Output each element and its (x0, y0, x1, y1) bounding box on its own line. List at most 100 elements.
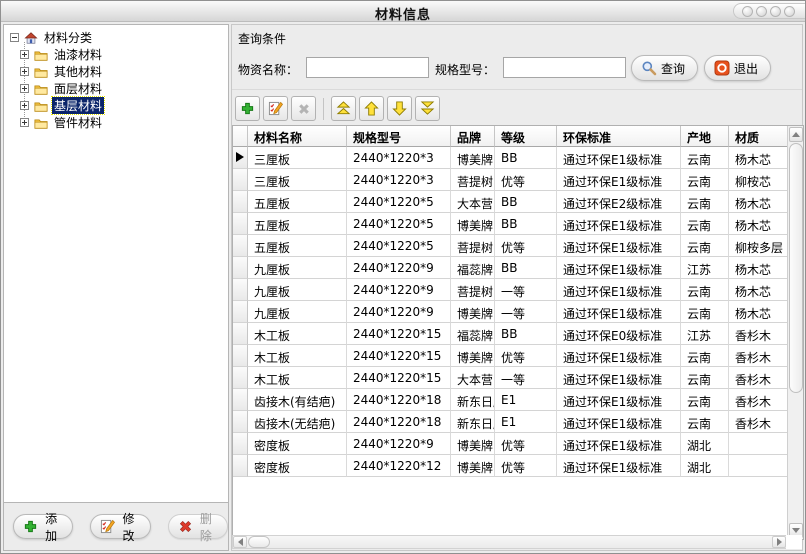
tree-item[interactable]: 基层材料 (20, 97, 228, 114)
delete-icon (178, 519, 193, 534)
window-button-3[interactable] (770, 6, 781, 17)
cell-origin: 云南 (681, 301, 729, 323)
column-header-material-quality[interactable]: 材质 (729, 126, 789, 147)
cell-spec-model: 2440*1220*15 (347, 345, 451, 367)
table-row[interactable]: 九厘板 2440*1220*9 博美牌 一等 通过环保E1级标准 云南 杨木芯 (233, 301, 803, 323)
cell-brand: 博美牌 (451, 433, 495, 455)
move-down-button[interactable] (387, 96, 412, 121)
cell-grade: BB (495, 147, 557, 169)
window-button-4[interactable] (784, 6, 795, 17)
cell-brand: 博美牌 (451, 455, 495, 477)
horizontal-scroll-thumb[interactable] (248, 536, 270, 548)
row-selector[interactable] (233, 235, 248, 257)
tree-item[interactable]: 管件材料 (20, 114, 228, 131)
expand-icon[interactable] (20, 67, 29, 76)
cell-spec-model: 2440*1220*9 (347, 257, 451, 279)
add-button[interactable]: 添加 (13, 514, 73, 539)
table-row[interactable]: 五厘板 2440*1220*5 博美牌 BB 通过环保E1级标准 云南 杨木芯 (233, 213, 803, 235)
row-selector[interactable] (233, 147, 248, 169)
toolbar-delete-button[interactable] (291, 96, 316, 121)
horizontal-scrollbar[interactable] (232, 535, 787, 549)
expand-icon[interactable] (20, 84, 29, 93)
cell-env-standard: 通过环保E1级标准 (557, 345, 681, 367)
tree-item[interactable]: 面层材料 (20, 80, 228, 97)
move-up-button[interactable] (359, 96, 384, 121)
row-selector[interactable] (233, 367, 248, 389)
table-row[interactable]: 齿接木(无结疤) 2440*1220*18 新东日牌 E1 通过环保E1级标准 … (233, 411, 803, 433)
table-row[interactable]: 三厘板 2440*1220*3 博美牌 BB 通过环保E1级标准 云南 杨木芯 (233, 147, 803, 169)
row-selector[interactable] (233, 455, 248, 477)
row-selector[interactable] (233, 279, 248, 301)
cell-spec-model: 2440*1220*3 (347, 147, 451, 169)
scroll-left-button[interactable] (233, 536, 247, 548)
cell-env-standard: 通过环保E1级标准 (557, 213, 681, 235)
cell-grade: BB (495, 191, 557, 213)
vertical-scroll-thumb[interactable] (789, 143, 803, 393)
tree-item-label[interactable]: 其他材料 (52, 63, 104, 80)
tree-root-label[interactable]: 材料分类 (42, 29, 94, 46)
column-header-spec-model[interactable]: 规格型号 (347, 126, 451, 147)
row-selector[interactable] (233, 191, 248, 213)
table-row[interactable]: 密度板 2440*1220*9 博美牌 优等 通过环保E1级标准 湖北 (233, 433, 803, 455)
cell-grade: 优等 (495, 455, 557, 477)
row-selector[interactable] (233, 323, 248, 345)
table-row[interactable]: 密度板 2440*1220*12 博美牌 优等 通过环保E1级标准 湖北 (233, 455, 803, 477)
scroll-right-button[interactable] (772, 536, 786, 548)
column-header-env-standard[interactable]: 环保标准 (557, 126, 681, 147)
table-row[interactable]: 三厘板 2440*1220*3 菩提树 优等 通过环保E1级标准 云南 柳桉芯 (233, 169, 803, 191)
spec-model-input[interactable] (503, 57, 626, 78)
table-row[interactable]: 九厘板 2440*1220*9 福蕊牌 BB 通过环保E1级标准 江苏 杨木芯 (233, 257, 803, 279)
expand-icon[interactable] (20, 50, 29, 59)
table-row[interactable]: 木工板 2440*1220*15 博美牌 优等 通过环保E1级标准 云南 香杉木 (233, 345, 803, 367)
cell-grade: 优等 (495, 433, 557, 455)
exit-button[interactable]: 退出 (704, 55, 771, 81)
cell-origin: 云南 (681, 235, 729, 257)
row-selector[interactable] (233, 257, 248, 279)
column-header-material-name[interactable]: 材料名称 (248, 126, 347, 147)
move-bottom-button[interactable] (415, 96, 440, 121)
cell-spec-model: 2440*1220*9 (347, 301, 451, 323)
row-selector[interactable] (233, 301, 248, 323)
table-row[interactable]: 齿接木(有结疤) 2440*1220*18 新东日牌 E1 通过环保E1级标准 … (233, 389, 803, 411)
toolbar-edit-button[interactable] (263, 96, 288, 121)
row-selector-header (233, 126, 248, 147)
tree-item[interactable]: 油漆材料 (20, 46, 228, 63)
toolbar-add-button[interactable] (235, 96, 260, 121)
column-header-brand[interactable]: 品牌 (451, 126, 495, 147)
tree-item[interactable]: 其他材料 (20, 63, 228, 80)
table-row[interactable]: 木工板 2440*1220*15 福蕊牌 BB 通过环保E0级标准 江苏 香杉木 (233, 323, 803, 345)
move-top-button[interactable] (331, 96, 356, 121)
table-row[interactable]: 五厘板 2440*1220*5 大本营 BB 通过环保E2级标准 云南 杨木芯 (233, 191, 803, 213)
table-row[interactable]: 九厘板 2440*1220*9 菩提树 一等 通过环保E1级标准 云南 杨木芯 (233, 279, 803, 301)
row-selector[interactable] (233, 433, 248, 455)
row-selector[interactable] (233, 389, 248, 411)
row-selector[interactable] (233, 213, 248, 235)
delete-button[interactable]: 删除 (168, 514, 228, 539)
table-row[interactable]: 木工板 2440*1220*15 大本营 一等 通过环保E1级标准 云南 香杉木 (233, 367, 803, 389)
vertical-scrollbar[interactable] (787, 126, 803, 539)
edit-button[interactable]: 修改 (90, 514, 150, 539)
tree-item-label[interactable]: 油漆材料 (52, 46, 104, 63)
column-header-origin[interactable]: 产地 (681, 126, 729, 147)
search-button[interactable]: 查询 (631, 55, 698, 81)
scroll-up-button[interactable] (789, 127, 803, 142)
window-button-1[interactable] (742, 6, 753, 17)
column-header-grade[interactable]: 等级 (495, 126, 557, 147)
title-bar[interactable]: 材料信息 (1, 1, 805, 22)
tree-item-label[interactable]: 管件材料 (52, 114, 104, 131)
tree-item-label[interactable]: 面层材料 (52, 80, 104, 97)
tree-item-label[interactable]: 基层材料 (52, 97, 104, 114)
table-row[interactable]: 五厘板 2440*1220*5 菩提树 优等 通过环保E1级标准 云南 柳桉多层 (233, 235, 803, 257)
window-title: 材料信息 (1, 4, 805, 23)
material-name-input[interactable] (306, 57, 429, 78)
tree-root[interactable]: 材料分类 (10, 29, 228, 46)
row-selector[interactable] (233, 411, 248, 433)
window-button-2[interactable] (756, 6, 767, 17)
search-icon (641, 60, 657, 76)
cell-env-standard: 通过环保E2级标准 (557, 191, 681, 213)
expand-icon[interactable] (20, 118, 29, 127)
row-selector[interactable] (233, 169, 248, 191)
collapse-icon[interactable] (10, 33, 19, 42)
expand-icon[interactable] (20, 101, 29, 110)
row-selector[interactable] (233, 345, 248, 367)
